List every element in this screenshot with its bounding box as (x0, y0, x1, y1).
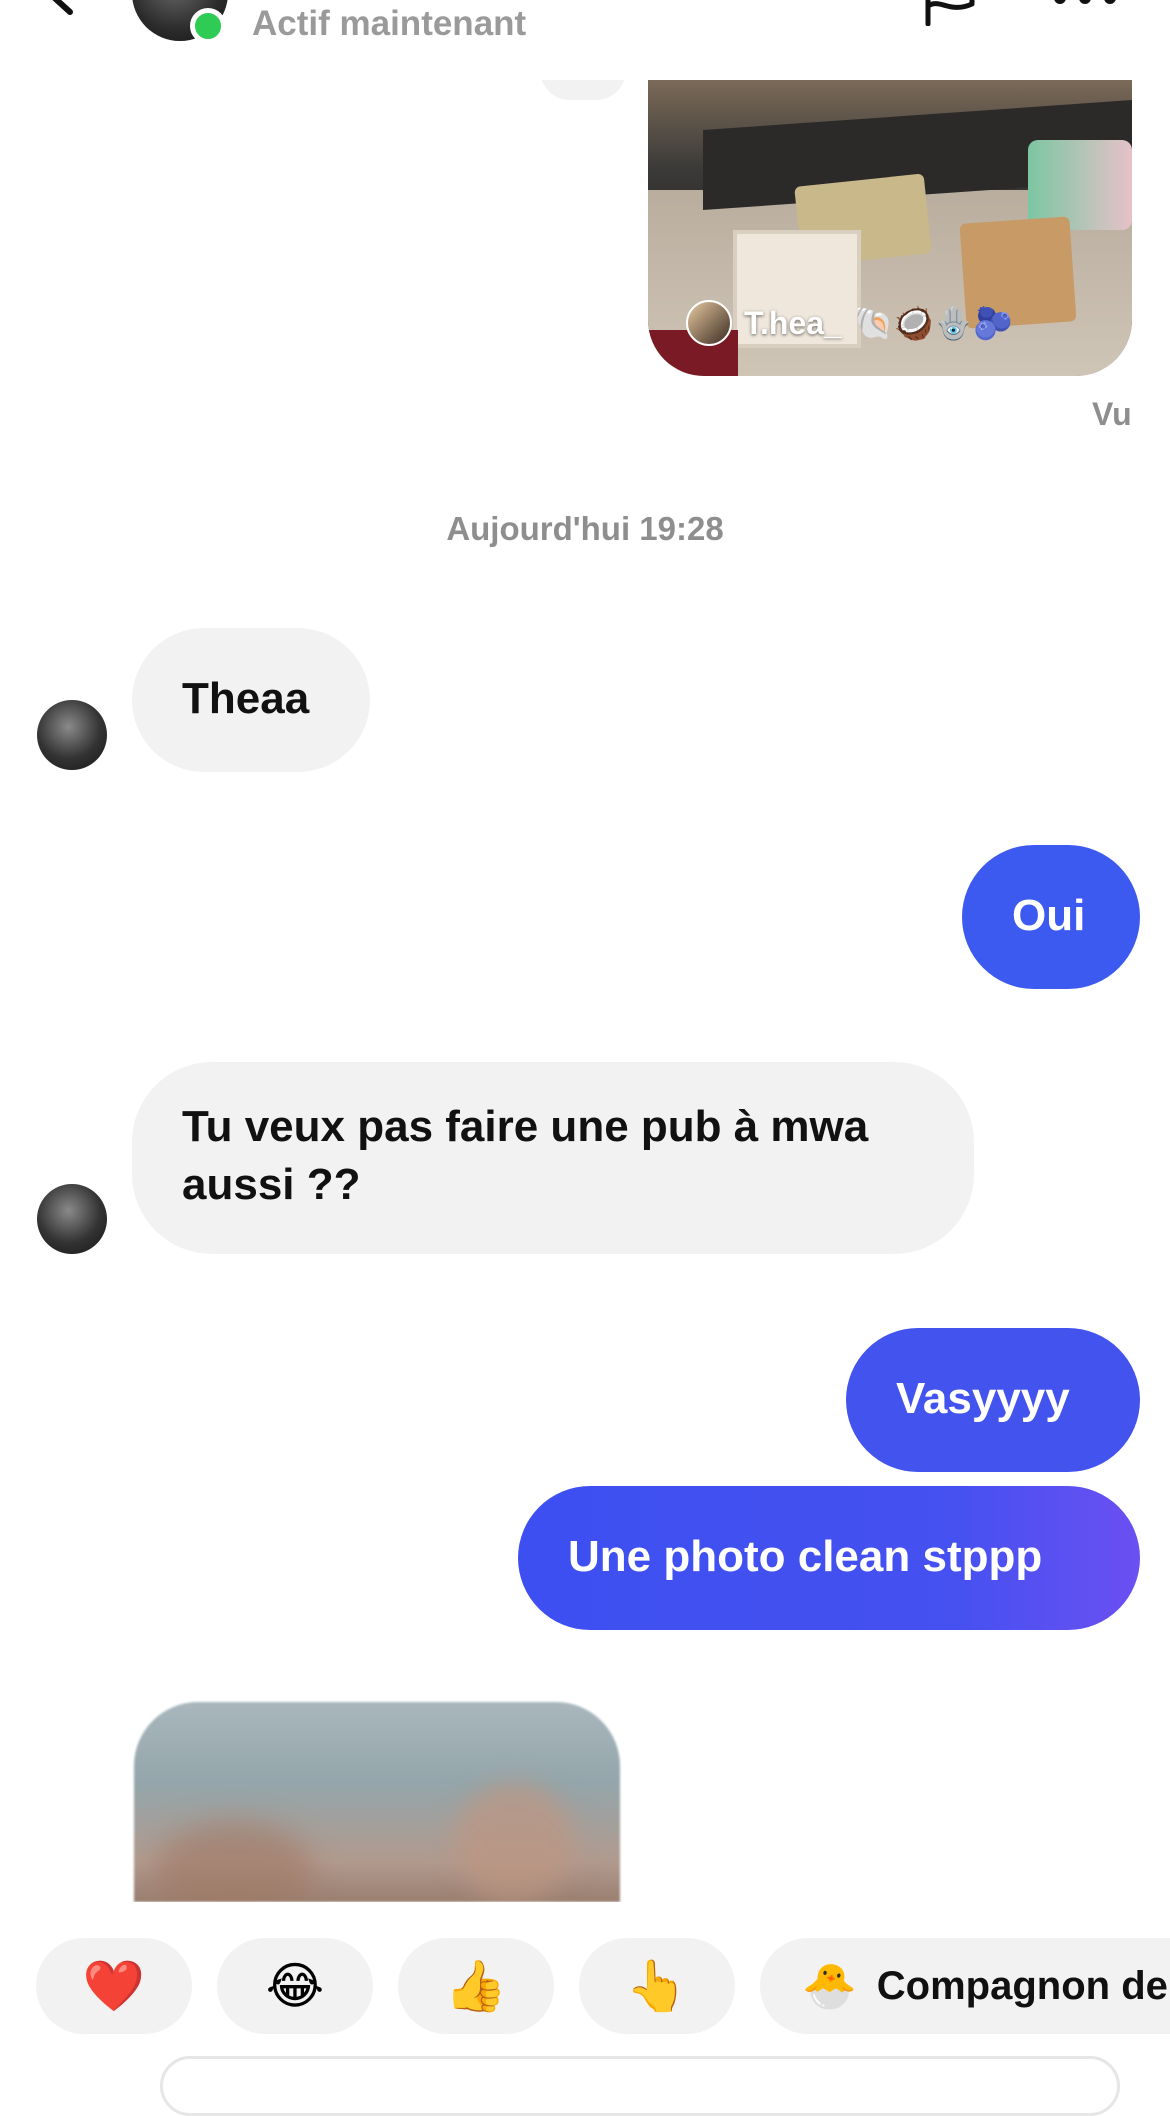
shared-post-image[interactable]: T.hea_ 🐚🥥🪬🫐 (648, 80, 1132, 376)
reaction-point-up-button[interactable]: 👆 (579, 1938, 735, 2034)
reaction-laugh-button[interactable]: 😂 (217, 1938, 373, 2034)
message-bubble-received[interactable]: Theaa (132, 628, 370, 772)
suggestion-chip[interactable]: 🐣 Compagnon de (760, 1938, 1170, 2034)
shared-post-avatar (686, 300, 732, 346)
message-bubble-sent[interactable]: Oui (962, 845, 1140, 989)
received-photo[interactable] (134, 1702, 620, 1902)
reaction-heart-button[interactable]: ❤️ (36, 1938, 192, 2034)
chat-header: Actif maintenant (0, 0, 1170, 80)
quick-reaction-bar: ❤️ 😂 👍 👆 🐣 Compagnon de (0, 1902, 1170, 2080)
seen-indicator: Vu (1092, 396, 1132, 432)
shared-post-caption: T.hea_ 🐚🥥🪬🫐 (686, 300, 1013, 346)
message-bubble-sent[interactable]: Une photo clean stppp (518, 1486, 1140, 1630)
reaction-thumbs-up-button[interactable]: 👍 (398, 1938, 554, 2034)
message-bubble-received[interactable]: Tu veux pas faire une pub à mwa aussi ?? (132, 1062, 974, 1254)
online-status-icon (190, 8, 226, 44)
shared-post-username: T.hea_ (744, 304, 842, 341)
message-timestamp: Aujourd'hui 19:28 (446, 510, 724, 547)
contact-status: Actif maintenant (252, 4, 527, 43)
more-options-icon[interactable] (1050, 0, 1120, 14)
sender-avatar[interactable] (37, 1184, 107, 1254)
chick-icon: 🐣 (802, 1962, 857, 2011)
back-arrow-icon[interactable] (30, 0, 90, 30)
suggestion-chip-label: Compagnon de (876, 1963, 1168, 2008)
shared-post-emojis: 🐚🥥🪬🫐 (853, 305, 1014, 341)
flag-icon[interactable] (920, 0, 980, 26)
sender-avatar[interactable] (37, 700, 107, 770)
message-bubble-sent[interactable]: Vasyyyy (846, 1328, 1140, 1472)
message-composer[interactable] (160, 2056, 1120, 2116)
